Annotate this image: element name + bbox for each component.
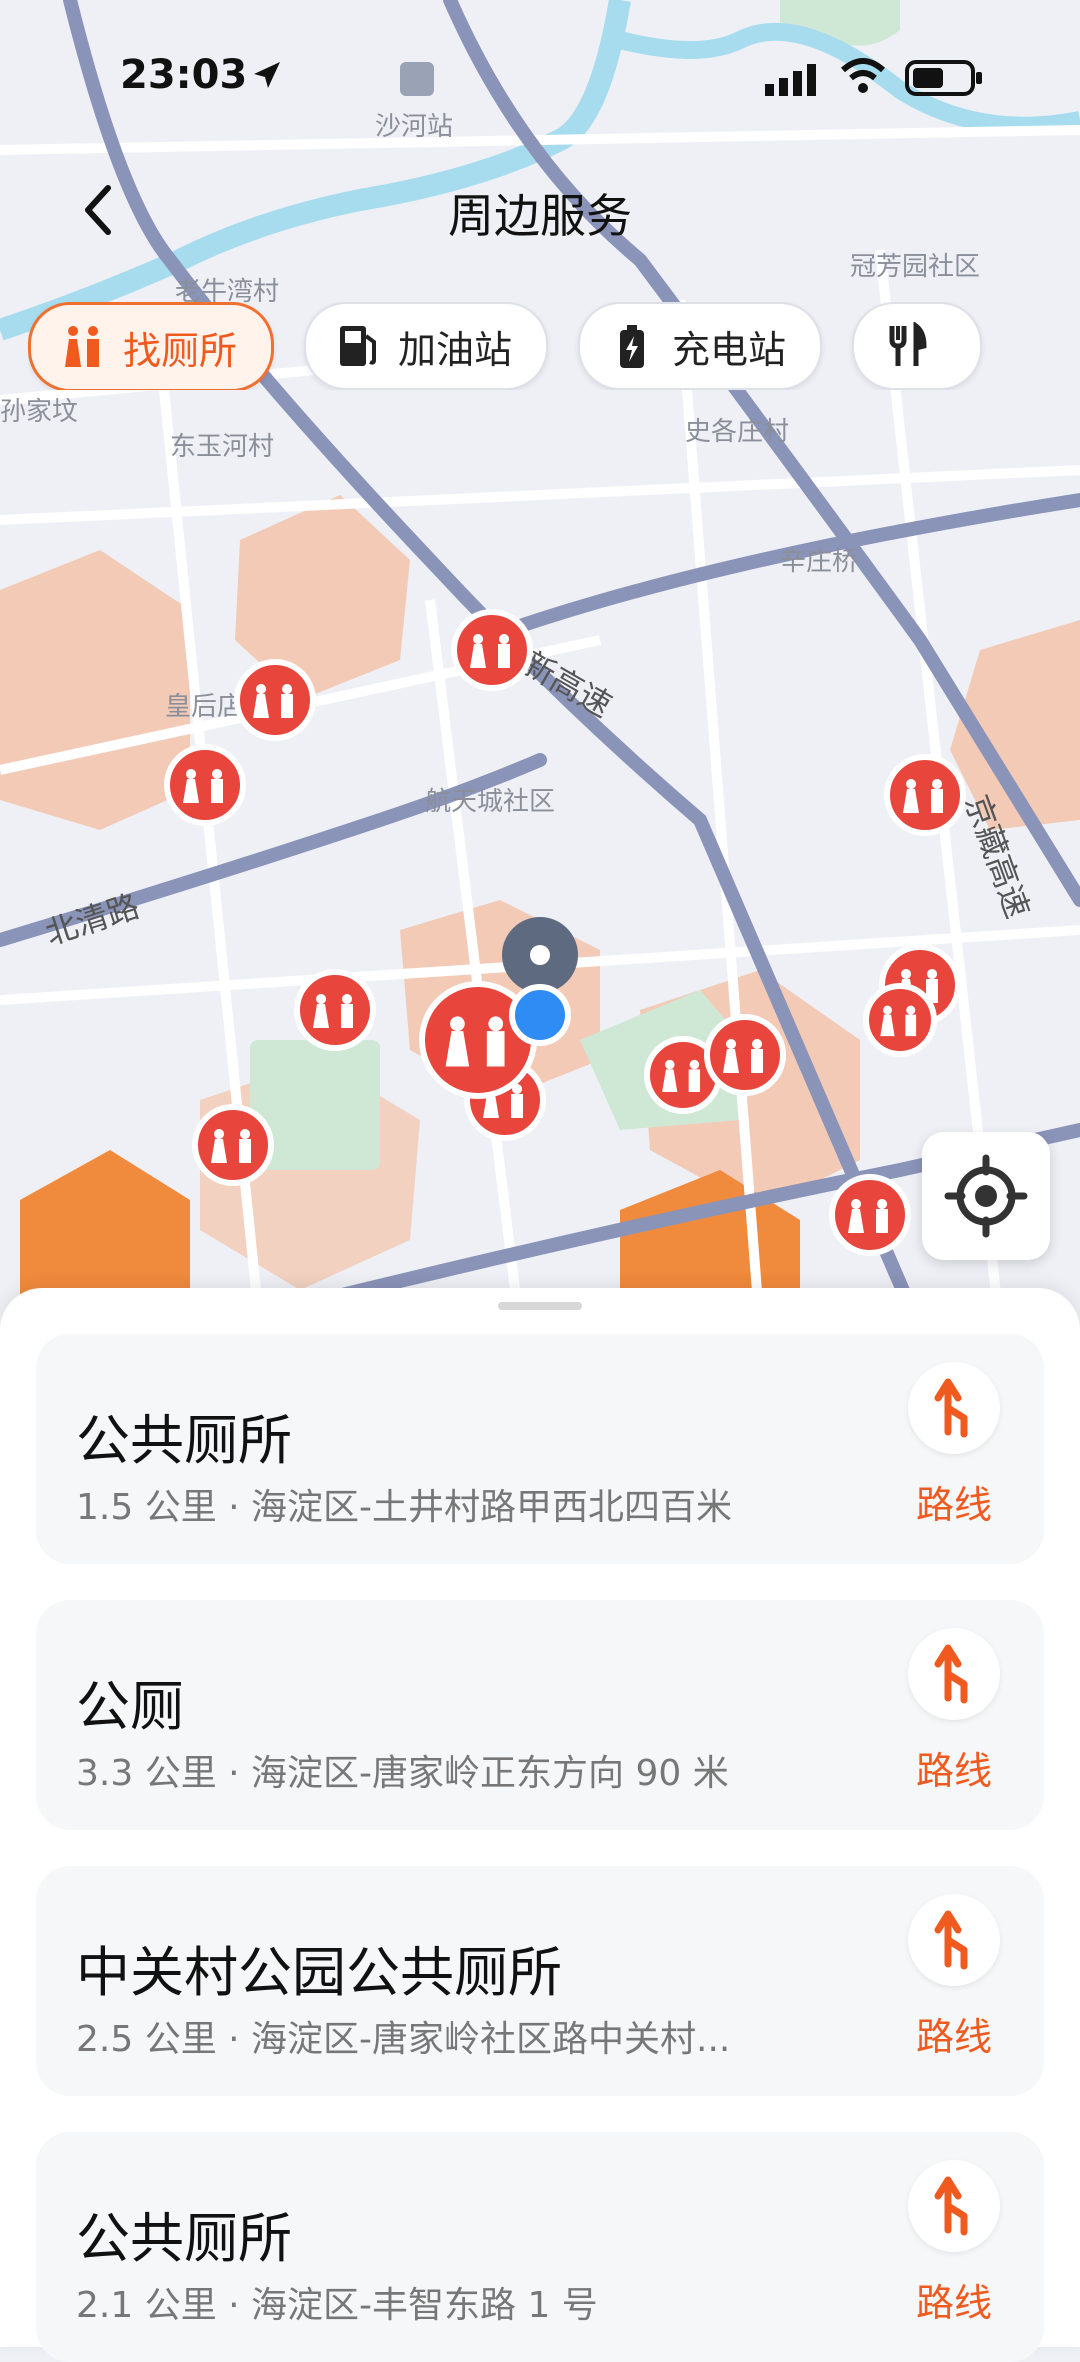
route-button[interactable]: 路线 [904,1894,1004,2064]
route-button[interactable]: 路线 [904,1628,1004,1798]
map-label: 辛庄桥 [780,546,858,576]
map-label: 冠芳园社区 [850,251,980,281]
result-subtitle: 2.5 公里 · 海淀区-唐家岭社区路中关村... [76,2019,731,2060]
location-arrow-icon [254,62,280,88]
route-turn-icon [934,2176,968,2236]
restroom-map-marker[interactable] [192,1104,274,1186]
restroom-map-marker[interactable] [829,1174,911,1256]
battery-charging-icon [620,325,645,368]
result-subtitle: 3.3 公里 · 海淀区-唐家岭正东方向 90 米 [76,1753,729,1794]
restroom-icon [65,326,99,367]
filter-label: 找厕所 [123,328,238,373]
restroom-map-marker[interactable] [164,744,246,826]
wifi-icon [840,58,886,93]
route-button[interactable]: 路线 [904,2160,1004,2330]
restroom-map-marker[interactable] [704,1014,786,1096]
result-title: 公厕 [76,1675,184,1738]
page-title: 周边服务 [448,189,632,243]
restroom-map-marker[interactable] [451,609,533,691]
route-label: 路线 [915,2281,992,2325]
gas-pump-icon [340,326,377,366]
map-label: 皇后店 [165,691,243,721]
filter-charging-station[interactable]: 充电站 [578,302,823,390]
map-label: 东玉河村 [170,431,274,461]
result-card[interactable]: 公共厕所 2.1 公里 · 海淀区-丰智东路 1 号 路线 [36,2132,1044,2362]
status-bar: 23:03 [0,0,1080,150]
route-turn-icon [934,1378,968,1438]
filter-label: 充电站 [672,327,787,372]
result-title: 公共厕所 [76,2207,292,2270]
utensils-icon [889,322,927,366]
battery-icon [905,60,982,96]
result-card[interactable]: 公厕 3.3 公里 · 海淀区-唐家岭正东方向 90 米 路线 [36,1600,1044,1830]
map-label: 孙家坟 [0,396,78,426]
route-turn-icon [934,1910,968,1970]
signal-icon [765,64,816,96]
filter-gas-station[interactable]: 加油站 [304,302,549,390]
result-card[interactable]: 中关村公园公共厕所 2.5 公里 · 海淀区-唐家岭社区路中关村... 路线 [36,1866,1044,2096]
restroom-map-marker[interactable] [863,983,937,1057]
results-sheet: 公共厕所 1.5 公里 · 海淀区-土井村路甲西北四百米 路线 公厕 3.3 公… [0,1288,1080,2362]
filter-restaurant[interactable] [852,302,983,390]
result-subtitle: 1.5 公里 · 海淀区-土井村路甲西北四百米 [76,1487,733,1528]
route-label: 路线 [915,1749,992,1793]
current-location-pin [502,917,578,1046]
route-label: 路线 [915,1483,992,1527]
restroom-map-marker[interactable] [234,659,316,741]
sheet-drag-handle[interactable] [498,1302,582,1310]
result-title: 中关村公园公共厕所 [76,1941,562,2004]
filter-label: 加油站 [398,327,513,372]
category-filter-bar: 找厕所 加油站 充电站 [28,302,1080,390]
result-subtitle: 2.1 公里 · 海淀区-丰智东路 1 号 [76,2285,598,2326]
route-label: 路线 [915,2015,992,2059]
map-label: 航天城社区 [425,786,555,816]
route-turn-icon [934,1644,968,1704]
result-title: 公共厕所 [76,1409,292,1472]
result-card[interactable]: 公共厕所 1.5 公里 · 海淀区-土井村路甲西北四百米 路线 [36,1334,1044,1564]
restroom-map-marker[interactable] [884,754,966,836]
status-time: 23:03 [120,52,248,98]
map-label: 史各庄村 [685,416,789,446]
filter-restroom[interactable]: 找厕所 [28,302,275,390]
route-button[interactable]: 路线 [904,1362,1004,1532]
locate-me-button[interactable] [922,1132,1050,1260]
restroom-map-marker[interactable] [294,969,376,1051]
